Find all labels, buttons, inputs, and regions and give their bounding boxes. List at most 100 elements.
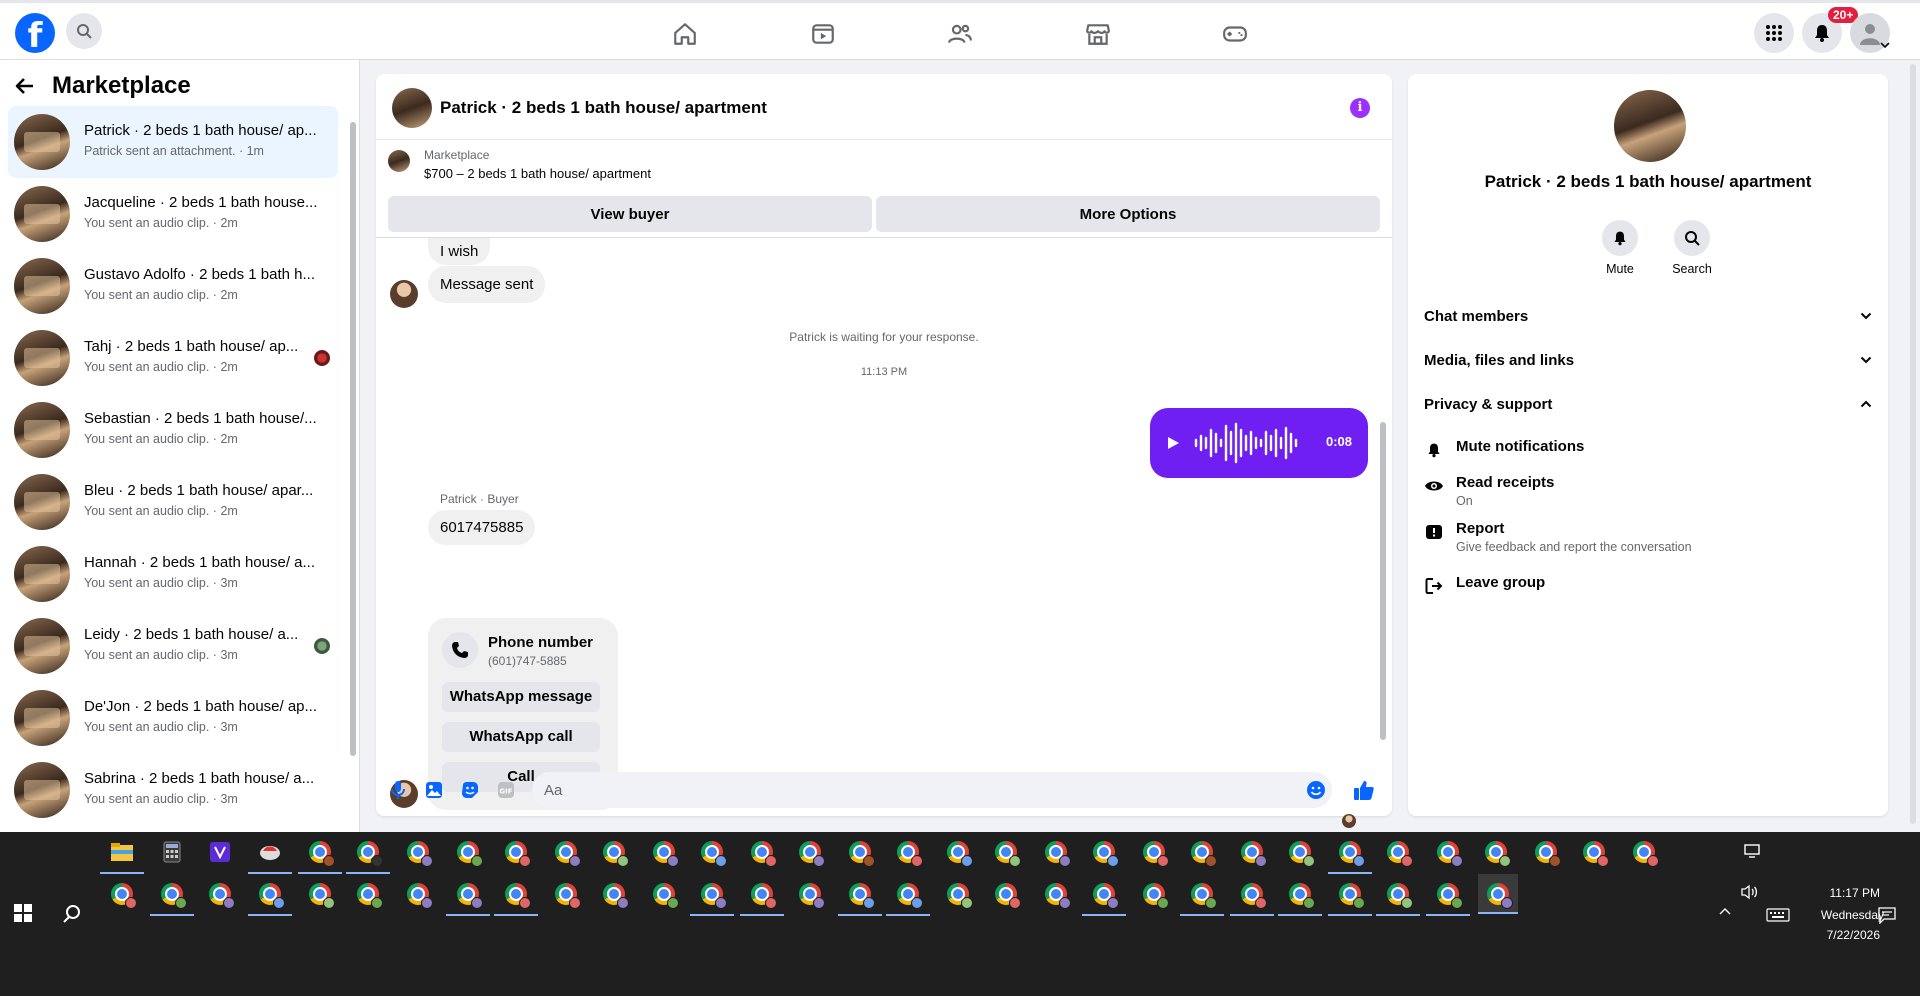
photo-icon[interactable]	[424, 780, 444, 800]
chrome-icon[interactable]	[1180, 878, 1224, 916]
conversation-item[interactable]: Patrick · 2 beds 1 bath house/ ap... Pat…	[8, 106, 338, 178]
tab-gaming[interactable]	[1190, 6, 1280, 62]
chrome-icon[interactable]	[794, 878, 826, 910]
listing-title[interactable]: $700 – 2 beds 1 bath house/ apartment	[424, 166, 651, 181]
chevron-up-icon[interactable]	[1718, 906, 1732, 916]
chrome-icon[interactable]	[648, 836, 680, 868]
chrome-icon[interactable]	[1230, 878, 1274, 916]
chrome-icon[interactable]	[1040, 836, 1072, 868]
chrome-icon[interactable]	[1530, 836, 1562, 868]
tab-friends[interactable]	[915, 6, 1005, 62]
chrome-icon[interactable]	[990, 836, 1022, 868]
search-icon[interactable]	[62, 904, 82, 924]
clock-time[interactable]: 11:17 PM	[1800, 886, 1880, 900]
chrome-icon[interactable]	[1082, 878, 1126, 916]
page-scrollbar[interactable]	[1910, 64, 1916, 824]
volume-icon[interactable]	[1740, 884, 1758, 900]
mute-button[interactable]: Mute	[1590, 220, 1650, 276]
chrome-icon[interactable]	[1432, 836, 1464, 868]
back-arrow-icon[interactable]	[14, 75, 36, 97]
chrome-icon[interactable]	[106, 878, 138, 910]
chrome-icon[interactable]	[886, 878, 930, 916]
chrome-icon[interactable]	[248, 878, 292, 916]
voice-message[interactable]: 0:08	[1150, 408, 1368, 478]
chat-title[interactable]: Patrick · 2 beds 1 bath house/ apartment	[440, 98, 767, 118]
chrome-icon[interactable]	[352, 878, 384, 910]
chrome-icon[interactable]	[598, 836, 630, 868]
chrome-icon[interactable]	[402, 836, 434, 868]
chrome-icon[interactable]	[346, 836, 390, 874]
chrome-icon[interactable]	[500, 836, 532, 868]
chrome-icon[interactable]	[1040, 878, 1072, 910]
chrome-icon[interactable]	[494, 878, 538, 916]
play-icon[interactable]	[1166, 436, 1180, 450]
chrome-icon[interactable]	[1328, 836, 1372, 874]
conversation-item[interactable]: Gustavo Adolfo · 2 beds 1 bath h... You …	[8, 250, 338, 322]
conversation-item[interactable]: Hannah · 2 beds 1 bath house/ a... You s…	[8, 538, 338, 610]
info-icon[interactable]: i	[1350, 98, 1370, 118]
chrome-icon[interactable]	[452, 836, 484, 868]
chrome-icon[interactable]	[1236, 836, 1268, 868]
search-button[interactable]	[66, 13, 102, 49]
chrome-icon[interactable]	[746, 836, 778, 868]
chrome-icon[interactable]	[298, 836, 342, 874]
chrome-icon[interactable]	[838, 878, 882, 916]
calculator-icon[interactable]	[156, 836, 188, 868]
view-buyer-button[interactable]: View buyer	[388, 196, 872, 232]
tab-video[interactable]	[778, 6, 868, 62]
chrome-icon-active[interactable]	[1478, 874, 1518, 914]
chrome-icon[interactable]	[1628, 836, 1660, 868]
chrome-icon[interactable]	[696, 836, 728, 868]
microphone-icon[interactable]	[388, 780, 408, 800]
chrome-icon[interactable]	[1480, 836, 1512, 868]
search-in-conversation-button[interactable]: Search	[1662, 220, 1722, 276]
chrome-icon[interactable]	[402, 878, 434, 910]
chrome-icon[interactable]	[990, 878, 1022, 910]
conversation-item[interactable]: Bleu · 2 beds 1 bath house/ apar... You …	[8, 466, 338, 538]
app-icon[interactable]	[248, 836, 292, 874]
chrome-icon[interactable]	[1138, 836, 1170, 868]
conversation-item[interactable]: Jacqueline · 2 beds 1 bath house... You …	[8, 178, 338, 250]
tab-home[interactable]	[640, 6, 730, 62]
chrome-icon[interactable]	[446, 878, 490, 916]
app-icon[interactable]	[204, 836, 236, 868]
conversation-item[interactable]: Sebastian · 2 beds 1 bath house/... You …	[8, 394, 338, 466]
chrome-icon[interactable]	[892, 836, 924, 868]
conversation-item[interactable]: De'Jon · 2 beds 1 bath house/ ap... You …	[8, 682, 338, 754]
media-files-section[interactable]: Media, files and links	[1424, 342, 1872, 378]
windows-start-icon[interactable]	[14, 904, 32, 922]
chrome-icon[interactable]	[550, 836, 582, 868]
chrome-icon[interactable]	[1138, 878, 1170, 910]
more-options-button[interactable]: More Options	[876, 196, 1380, 232]
chrome-icon[interactable]	[204, 878, 236, 910]
keyboard-icon[interactable]	[1766, 908, 1790, 922]
avatar[interactable]	[1614, 90, 1686, 162]
chrome-icon[interactable]	[1186, 836, 1218, 868]
file-explorer-icon[interactable]	[100, 836, 144, 874]
chrome-icon[interactable]	[1382, 836, 1414, 868]
whatsapp-message-button[interactable]: WhatsApp message	[442, 682, 600, 712]
chrome-icon[interactable]	[690, 878, 734, 916]
chrome-icon[interactable]	[1376, 878, 1420, 916]
report-item[interactable]: Report Give feedback and report the conv…	[1424, 520, 1872, 560]
chrome-icon[interactable]	[150, 878, 194, 916]
mute-notifications-item[interactable]: Mute notifications	[1424, 438, 1872, 468]
chrome-icon[interactable]	[1328, 878, 1372, 916]
chrome-icon[interactable]	[942, 836, 974, 868]
chrome-icon[interactable]	[1426, 878, 1470, 916]
privacy-support-section[interactable]: Privacy & support	[1424, 386, 1872, 422]
conversation-item[interactable]: Tahj · 2 beds 1 bath house/ ap... You se…	[8, 322, 338, 394]
chrome-icon[interactable]	[1284, 836, 1316, 868]
menu-button[interactable]	[1754, 13, 1794, 53]
chrome-icon[interactable]	[794, 836, 826, 868]
chat-scrollbar[interactable]	[1380, 422, 1386, 740]
read-receipts-item[interactable]: Read receipts On	[1424, 474, 1872, 514]
chrome-icon[interactable]	[550, 878, 582, 910]
chrome-icon[interactable]	[740, 878, 784, 916]
chrome-icon[interactable]	[844, 836, 876, 868]
message-input[interactable]: Aa	[532, 772, 1332, 808]
conversation-item[interactable]: Leidy · 2 beds 1 bath house/ a... You se…	[8, 610, 338, 682]
desktop-icon[interactable]	[1744, 844, 1760, 858]
tab-marketplace[interactable]	[1053, 6, 1143, 62]
conversation-item[interactable]: Sabrina · 2 beds 1 bath house/ a... You …	[8, 754, 338, 826]
